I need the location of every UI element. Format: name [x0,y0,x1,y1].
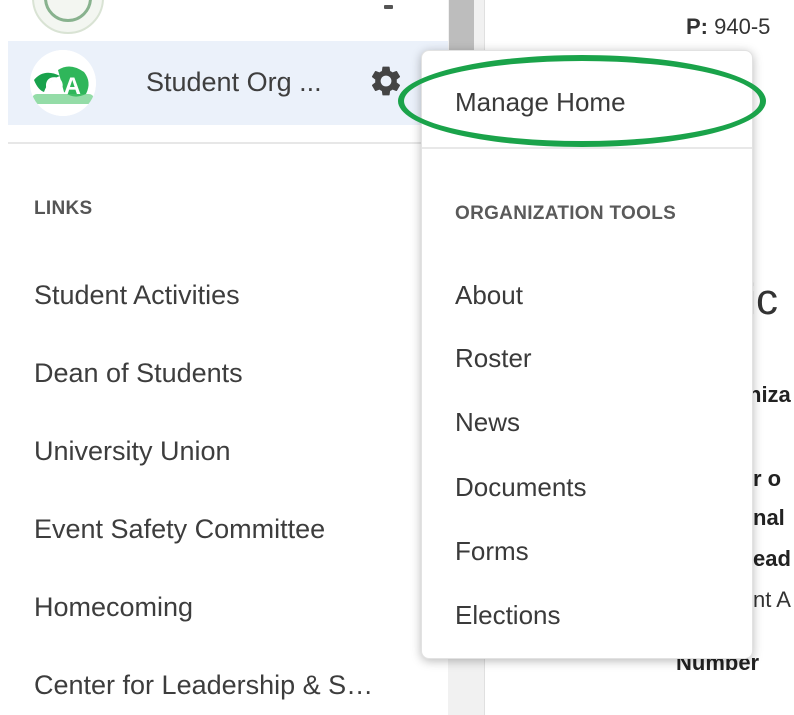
organization-tools-heading: ORGANIZATION TOOLS [455,203,677,224]
menu-item-documents[interactable]: Documents [455,472,587,503]
sidebar-divider [8,142,448,144]
content-fragment: ead [753,546,791,571]
sidebar-link-university-union[interactable]: University Union [34,436,231,467]
sidebar-link-dean-of-students[interactable]: Dean of Students [34,358,243,389]
oa-logo-icon: OA [30,50,96,116]
sidebar: OA Student Org ... LINKS Student Activit… [0,0,448,715]
links-heading: LINKS [34,198,93,219]
sidebar-link-event-safety-committee[interactable]: Event Safety Committee [34,514,325,545]
menu-item-news[interactable]: News [455,407,520,438]
sidebar-link-center-for-leadership[interactable]: Center for Leadership & S… [34,670,373,701]
content-fragment: niza [748,382,791,407]
org-name-label: Student Org ... [146,67,322,97]
sidebar-org-row[interactable]: OA Student Org ... [8,41,448,125]
sidebar-link-student-activities[interactable]: Student Activities [34,280,240,311]
menu-item-about[interactable]: About [455,280,523,311]
content-fragment: nal [753,505,785,530]
sidebar-link-homecoming[interactable]: Homecoming [34,592,193,623]
gear-icon[interactable] [368,63,404,99]
menu-item-forms[interactable]: Forms [455,536,529,567]
org-tools-dropdown: Manage Home ORGANIZATION TOOLS About Ros… [421,50,753,659]
menu-item-manage-home[interactable]: Manage Home [455,87,626,118]
phone-number: P: 940-5 [686,14,771,39]
content-fragment: nt A [753,587,791,612]
menu-item-elections[interactable]: Elections [455,600,561,631]
university-seal-icon [32,0,104,34]
content-fragment: r o [753,466,782,491]
menu-divider [422,147,752,149]
minimize-icon[interactable] [384,5,393,9]
menu-item-roster[interactable]: Roster [455,343,532,374]
